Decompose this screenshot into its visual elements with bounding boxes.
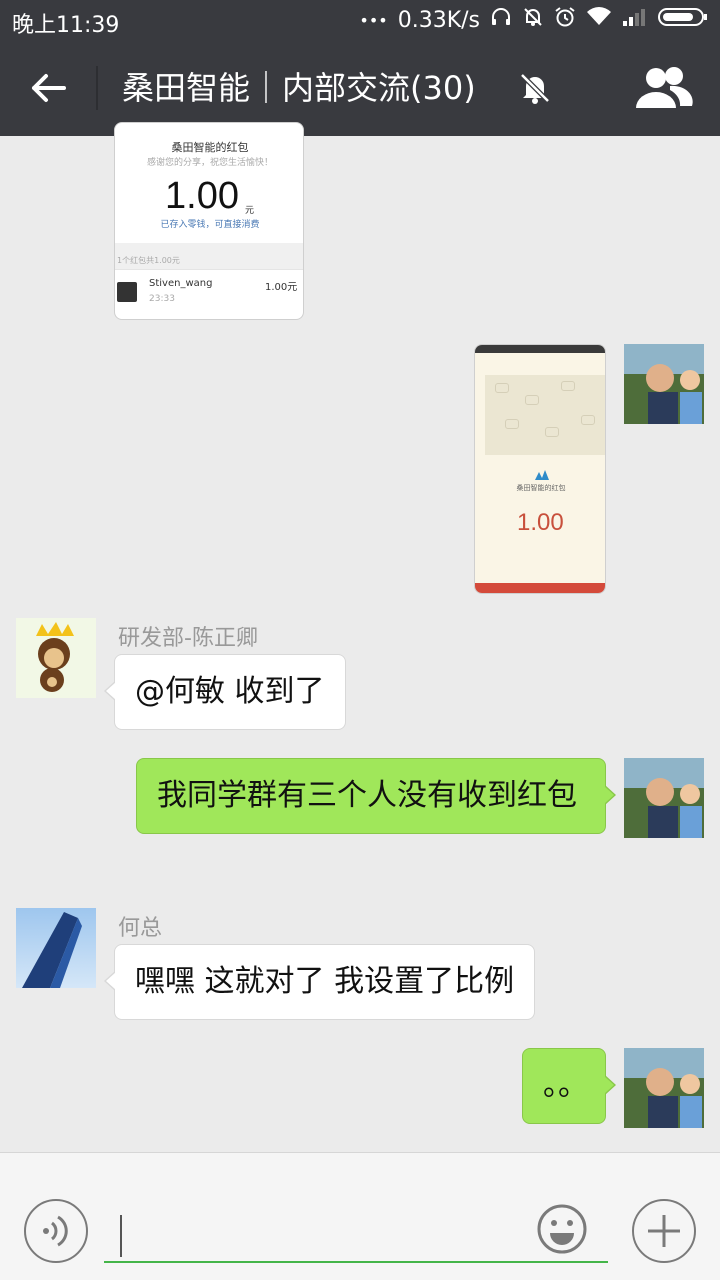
message-bubble[interactable]: @何敏 收到了: [104, 654, 346, 730]
packet-unit: 元: [245, 206, 255, 216]
status-bar: 晚上11:39 ••• 0.33K/s: [0, 0, 720, 40]
message-bubble-self[interactable]: 我同学群有三个人没有收到红包: [136, 758, 616, 834]
self-avatar[interactable]: [624, 758, 704, 838]
group-icon: [634, 67, 694, 116]
header-divider: [96, 66, 98, 110]
receiver-amount: 1.00元: [265, 282, 298, 293]
voice-icon: [26, 1215, 86, 1265]
voice-button[interactable]: [24, 1199, 88, 1263]
screenshot-receiver-row: [483, 571, 603, 583]
packet-receiver-row: Stiven_wang 23:33 1.00元: [115, 269, 303, 319]
wifi-icon: [586, 6, 612, 34]
receiver-time: 23:33: [149, 294, 175, 304]
alarm-off-icon: [522, 6, 544, 34]
app-logo-icon: [535, 465, 549, 480]
packet-note: 已存入零钱，可直接消费: [160, 220, 260, 230]
packet-summary: 1个红包共1.00元: [117, 256, 180, 265]
emoji-button[interactable]: [536, 1203, 588, 1255]
plus-icon: [634, 1215, 694, 1265]
alarm-icon: [554, 6, 576, 34]
status-time: 晚上11:39: [12, 13, 120, 38]
packet-amount: 1.00: [165, 175, 239, 217]
red-packet-image-message[interactable]: 桑田智能的红包 感谢您的分享，祝您生活愉快！ 1.00 元 已存入零钱，可直接消…: [114, 122, 304, 320]
sender-avatar-monkey[interactable]: [16, 618, 96, 698]
red-packet-screenshot-message[interactable]: 桑田智能的红包 1.00: [474, 344, 606, 594]
screenshot-packet-title: 桑田智能的红包: [516, 484, 566, 492]
group-members-button[interactable]: [634, 64, 694, 112]
message-bubble-self[interactable]: 。。: [522, 1048, 616, 1124]
arrow-left-icon: [24, 74, 76, 118]
sender-name: 研发部-陈正卿: [118, 626, 258, 651]
text-caret: [120, 1215, 122, 1257]
network-speed: 0.33K/s: [397, 7, 480, 33]
screenshot-pattern: [485, 375, 605, 455]
self-avatar[interactable]: [624, 1048, 704, 1128]
receiver-name: Stiven_wang: [149, 278, 213, 289]
screenshot-status-bar: [475, 345, 605, 353]
input-bar: [0, 1152, 720, 1280]
sender-name: 何总: [118, 916, 163, 941]
chat-title: 桑田智能｜内部交流(30): [122, 69, 476, 107]
more-dots: •••: [359, 10, 388, 30]
sender-avatar-building[interactable]: [16, 908, 96, 988]
receiver-avatar: [117, 282, 137, 302]
signal-icon: [622, 6, 648, 34]
battery-icon: [658, 6, 708, 34]
packet-subtitle: 感谢您的分享，祝您生活愉快！: [146, 158, 273, 168]
self-avatar[interactable]: [624, 344, 704, 424]
more-actions-button[interactable]: [632, 1199, 696, 1263]
bell-off-icon: [518, 71, 552, 105]
packet-title: 桑田智能的红包: [171, 141, 249, 154]
chat-header: 桑田智能｜内部交流(30): [0, 40, 720, 136]
emoji-icon: [536, 1204, 588, 1259]
screenshot-packet-amount: 1.00: [517, 509, 564, 536]
back-button[interactable]: [24, 62, 76, 114]
message-input[interactable]: [104, 1211, 608, 1263]
message-bubble[interactable]: 嘿嘿 这就对了 我设置了比例: [103, 944, 536, 1020]
screenshot-bottom-band: [475, 583, 605, 593]
status-icons: ••• 0.33K/s: [359, 6, 708, 34]
headphones-icon: [490, 6, 512, 34]
